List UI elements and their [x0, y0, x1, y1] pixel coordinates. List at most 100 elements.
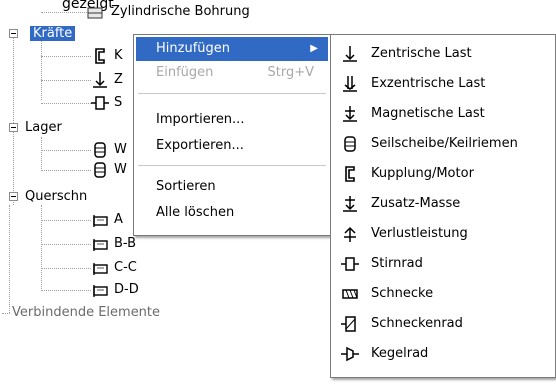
tree-item-lager-child[interactable]: W [91, 140, 127, 160]
eccentric-load-icon [343, 76, 357, 92]
tree-line [41, 56, 91, 57]
submenu-item-label: Verlustleistung [371, 226, 468, 241]
tree-line [13, 37, 14, 205]
tree-line [41, 205, 42, 289]
submenu-item-schneckenrad[interactable]: Schneckenrad [333, 309, 553, 339]
tree-item-lager-child[interactable]: W [91, 160, 127, 180]
centric-load-icon [93, 72, 107, 88]
tree-item-querschnitte[interactable]: Querschn [22, 187, 90, 207]
submenu-item-label: Magnetische Last [371, 106, 485, 121]
tree-line [2, 313, 10, 314]
tree-item-querschnitt[interactable]: A [91, 210, 123, 230]
submenu-item-stirnrad[interactable]: Stirnrad [333, 249, 553, 279]
submenu-item-verlustleistung[interactable]: Verlustleistung [333, 219, 553, 249]
tree-line [41, 12, 87, 13]
submenu-item-magnetische-last[interactable]: Magnetische Last [333, 99, 553, 129]
tree-item-label: D-D [114, 282, 139, 297]
additional-mass-icon [343, 196, 357, 212]
menu-item-alle-loeschen[interactable]: Alle löschen [136, 201, 328, 225]
submenu-item-seilscheibe[interactable]: Seilscheibe/Keilriemen [333, 129, 553, 159]
bearing-icon [94, 162, 106, 178]
tree-line [9, 205, 10, 313]
tree-line [41, 220, 91, 221]
tree-item-label: S [114, 95, 123, 110]
submenu-arrow-icon: ▶ [310, 43, 318, 54]
tree-item-label: C-C [114, 260, 137, 275]
submenu-item-zentrische-last[interactable]: Zentrische Last [333, 39, 553, 69]
submenu-item-kupplung-motor[interactable]: Kupplung/Motor [333, 159, 553, 189]
tree-item-label: Kräfte [30, 26, 76, 41]
spur-gear-icon [341, 257, 359, 271]
menu-item-sortieren[interactable]: Sortieren [136, 175, 328, 199]
cross-section-icon [93, 239, 108, 251]
tree-item-lager[interactable]: Lager [22, 118, 65, 138]
tree-item-querschnitt[interactable]: C-C [91, 258, 137, 278]
pulley-icon [344, 136, 356, 152]
tree-item-label: W [114, 162, 127, 177]
submenu-item-label: Schnecke [371, 286, 434, 301]
tree-item-kraefte[interactable]: Kräfte [22, 24, 76, 44]
coupling-icon [345, 166, 355, 182]
submenu-item-label: Exzentrische Last [371, 76, 486, 91]
tree-item-kraefte-child[interactable]: Z [91, 70, 123, 90]
tree-item-zylindrische-bohrung[interactable]: Zylindrische Bohrung [86, 2, 250, 22]
power-loss-icon [344, 226, 356, 242]
tree-line [41, 170, 91, 171]
tree-item-kraefte-child[interactable]: S [91, 93, 122, 113]
collapse-icon[interactable] [9, 29, 18, 38]
tree-item-label: Zylindrische Bohrung [111, 4, 250, 19]
tree-line [41, 103, 91, 104]
menu-item-label: Exportieren... [156, 138, 244, 153]
tree-item-kraefte-child[interactable]: K [91, 46, 123, 66]
tree-item-label: B-B [114, 236, 137, 251]
tree-item-label: Querschn [25, 189, 88, 204]
menu-item-label: Sortieren [156, 179, 216, 194]
menu-item-importieren[interactable]: Importieren... [136, 108, 328, 132]
tree-item-label: A [114, 212, 123, 227]
menu-item-hinzufuegen[interactable]: Hinzufügen ▶ [136, 37, 328, 61]
tree-line [41, 150, 91, 151]
caption-top-fragment: gezeigt [2, 0, 114, 12]
cross-section-icon [93, 263, 108, 275]
tree-item-label: W [114, 142, 127, 157]
menu-item-einfuegen[interactable]: Einfügen Strg+V [136, 61, 328, 85]
tree-line [41, 137, 42, 169]
tree-item-querschnitt[interactable]: D-D [91, 280, 139, 300]
submenu-item-exzentrische-last[interactable]: Exzentrische Last [333, 69, 553, 99]
tree-item-verbindende-elemente[interactable]: Verbindende Elemente [12, 303, 160, 323]
tree-item-label: Z [114, 72, 123, 87]
context-menu: Hinzufügen ▶ Einfügen Strg+V Importieren… [133, 34, 331, 236]
tree-line [41, 80, 91, 81]
menu-item-label: Importieren... [156, 112, 245, 127]
submenu-item-zusatz-masse[interactable]: Zusatz-Masse [333, 189, 553, 219]
tree-item-label: Lager [25, 120, 62, 135]
tree-line [41, 244, 91, 245]
coupling-icon [95, 48, 105, 64]
menu-item-shortcut: Strg+V [267, 65, 314, 80]
submenu-item-label: Schneckenrad [371, 316, 463, 331]
tree-item-querschnitt[interactable]: B-B [91, 234, 136, 254]
worm-icon [342, 289, 358, 299]
cross-section-icon [93, 215, 108, 227]
tree-line [41, 290, 91, 291]
submenu-item-label: Seilscheibe/Keilriemen [371, 136, 518, 151]
bore-icon [87, 7, 103, 19]
bevel-gear-icon [341, 346, 359, 362]
menu-separator [138, 93, 326, 94]
menu-item-label: Alle löschen [156, 205, 235, 220]
menu-separator [138, 165, 326, 166]
worm-wheel-icon [341, 316, 356, 332]
collapse-icon[interactable] [9, 123, 18, 132]
submenu-item-schnecke[interactable]: Schnecke [333, 279, 553, 309]
submenu-item-label: Kegelrad [371, 346, 429, 361]
spur-gear-icon [91, 96, 109, 110]
submenu-item-kegelrad[interactable]: Kegelrad [333, 339, 553, 369]
submenu-item-label: Kupplung/Motor [371, 166, 474, 181]
menu-item-exportieren[interactable]: Exportieren... [136, 134, 328, 158]
tree-item-label: K [114, 48, 123, 63]
cross-section-icon [93, 285, 108, 297]
bearing-icon [94, 142, 106, 158]
submenu-item-label: Stirnrad [371, 256, 423, 271]
tree-item-label: Verbindende Elemente [12, 305, 161, 320]
collapse-icon[interactable] [9, 192, 18, 201]
